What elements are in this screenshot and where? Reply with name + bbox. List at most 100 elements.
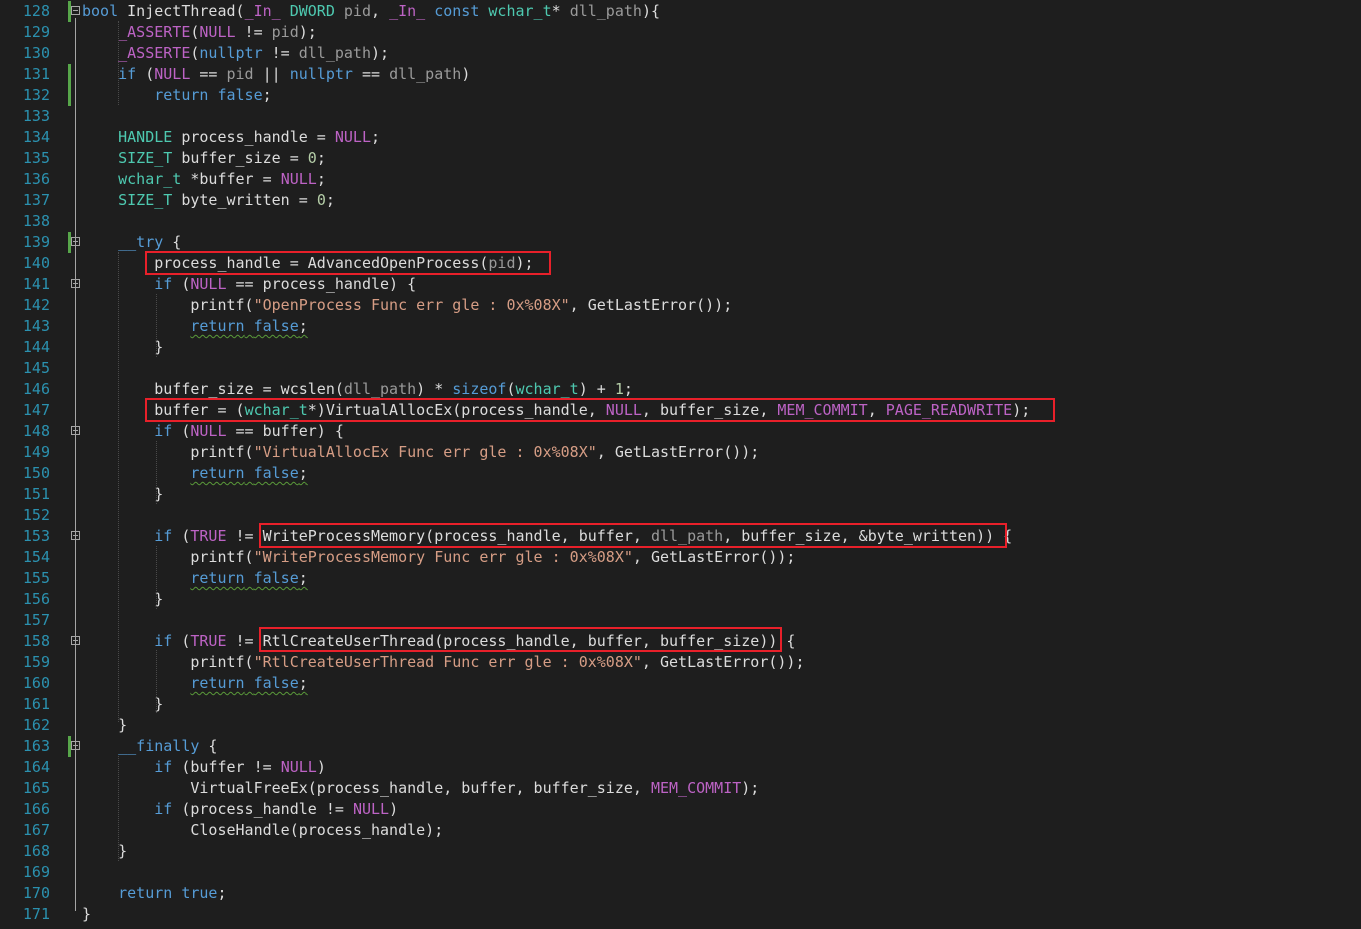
code-line[interactable]: 139 __try { [0,232,1361,253]
code-token: TRUE [190,632,227,650]
code-line[interactable]: 148 if (NULL == buffer) { [0,421,1361,442]
line-number: 147 [22,401,50,419]
line-number: 138 [22,212,50,230]
code-line[interactable]: 157 [0,610,1361,631]
line-number: 169 [22,863,50,881]
code-line[interactable]: 163 __finally { [0,736,1361,757]
code-token: , GetLastError()); [632,548,796,566]
code-text: return false; [82,85,271,106]
code-token: return [190,317,245,335]
code-line[interactable]: 168 } [0,841,1361,862]
code-token: if [118,65,137,83]
line-number: 153 [22,527,50,545]
code-line[interactable]: 141 if (NULL == process_handle) { [0,274,1361,295]
code-line[interactable]: 171} [0,904,1361,925]
code-text: SIZE_T byte_written = 0; [82,190,335,211]
code-line[interactable]: 146 buffer_size = wcslen(dll_path) * siz… [0,379,1361,400]
code-line[interactable]: 152 [0,505,1361,526]
code-token: ; [217,884,227,902]
code-token: != RtlCreateUserThread(process_handle, b… [226,632,796,650]
code-line[interactable]: 130 _ASSERTE(nullptr != dll_path); [0,43,1361,64]
indent-guide [118,756,119,861]
code-line[interactable]: 143 return false; [0,316,1361,337]
line-number: 159 [22,653,50,671]
code-line[interactable]: 150 return false; [0,463,1361,484]
code-token: ; [371,128,381,146]
code-line[interactable]: 128 bool InjectThread(_In_ DWORD pid, _In… [0,1,1361,22]
collapse-icon[interactable] [71,6,80,15]
code-line[interactable]: 145 [0,358,1361,379]
code-text: printf("OpenProcess Func err gle : 0x%08… [82,295,732,316]
code-token: 1 [614,380,624,398]
code-token: 0 [307,149,317,167]
code-text: printf("VirtualAllocEx Func err gle : 0x… [82,442,759,463]
code-token: ( [136,65,155,83]
code-line[interactable]: 136 wchar_t *buffer = NULL; [0,169,1361,190]
code-line[interactable]: 135 SIZE_T buffer_size = 0; [0,148,1361,169]
code-line[interactable]: 166 if (process_handle != NULL) [0,799,1361,820]
code-line[interactable]: 138 [0,211,1361,232]
code-text: CloseHandle(process_handle); [82,820,443,841]
code-line[interactable]: 151 } [0,484,1361,505]
code-token: "WriteProcessMemory Func err gle : 0x%08… [253,548,633,566]
code-line[interactable]: 156 } [0,589,1361,610]
code-token: } [82,842,128,860]
code-token: ( [172,632,191,650]
code-line[interactable]: 164 if (buffer != NULL) [0,757,1361,778]
code-line[interactable]: 142 printf("OpenProcess Func err gle : 0… [0,295,1361,316]
code-line[interactable]: 162 } [0,715,1361,736]
code-line[interactable]: 155 return false; [0,568,1361,589]
code-token: bool [82,2,119,20]
code-line[interactable]: 167 CloseHandle(process_handle); [0,820,1361,841]
code-line[interactable]: 165 VirtualFreeEx(process_handle, buffer… [0,778,1361,799]
code-line[interactable]: 153 if (TRUE != WriteProcessMemory(proce… [0,526,1361,547]
code-token: SIZE_T [118,149,173,167]
code-token: NULL [280,170,317,188]
code-line[interactable]: 132 return false; [0,85,1361,106]
code-line[interactable]: 144 } [0,337,1361,358]
code-editor[interactable]: 128 bool InjectThread(_In_ DWORD pid, _In… [0,0,1361,929]
code-line[interactable]: 137 SIZE_T byte_written = 0; [0,190,1361,211]
code-line[interactable]: 149 printf("VirtualAllocEx Func err gle … [0,442,1361,463]
code-line[interactable]: 131 if (NULL == pid || nullptr == dll_pa… [0,64,1361,85]
code-line[interactable]: 134 HANDLE process_handle = NULL; [0,127,1361,148]
code-token: return [190,674,245,692]
code-line[interactable]: 170 return true; [0,883,1361,904]
code-line[interactable]: 147 buffer = (wchar_t*)VirtualAllocEx(pr… [0,400,1361,421]
code-token: pid [334,2,371,20]
code-line[interactable]: 129 _ASSERTE(NULL != pid); [0,22,1361,43]
code-token: return [190,569,245,587]
code-token: return [190,464,245,482]
code-line[interactable]: 160 return false; [0,673,1361,694]
code-line[interactable]: 161 } [0,694,1361,715]
code-token: dll_path [569,2,642,20]
code-line[interactable]: 159 printf("RtlCreateUserThread Func err… [0,652,1361,673]
code-line[interactable]: 133 [0,106,1361,127]
code-token: sizeof [452,380,507,398]
code-line[interactable]: 140 process_handle = AdvancedOpenProcess… [0,253,1361,274]
line-number: 142 [22,296,50,314]
code-text: } [82,484,163,505]
code-token: != [262,44,299,62]
code-text: bool InjectThread(_In_ DWORD pid, _In_ c… [82,1,660,22]
code-line[interactable]: 169 [0,862,1361,883]
code-token: NULL [154,65,191,83]
code-token: NULL [199,23,236,41]
code-line[interactable]: 158 if (TRUE != RtlCreateUserThread(proc… [0,631,1361,652]
code-token: ; [316,149,326,167]
line-number: 160 [22,674,50,692]
code-token: (process_handle != [172,800,353,818]
code-text: return true; [82,883,227,904]
code-token: ; [298,317,308,335]
code-token: , GetLastError()); [596,443,760,461]
code-line[interactable]: 154 printf("WriteProcessMemory Func err … [0,547,1361,568]
line-number: 152 [22,506,50,524]
